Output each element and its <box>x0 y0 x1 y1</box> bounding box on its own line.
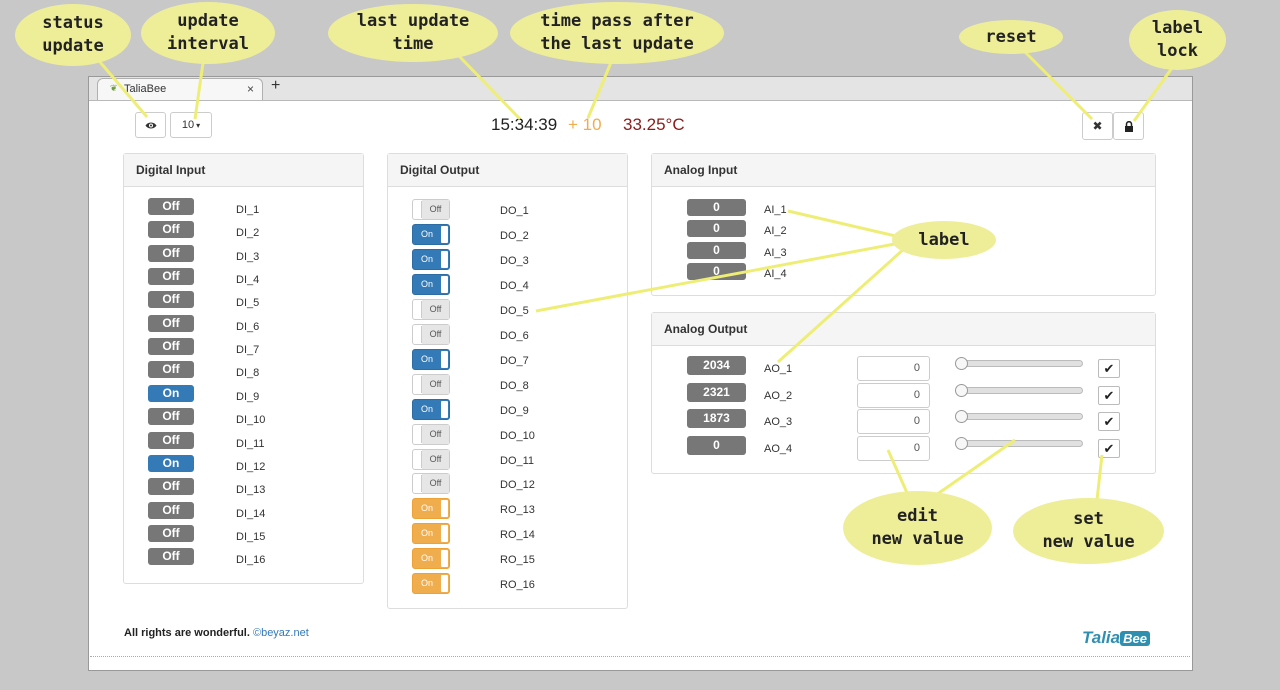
callout-text: label <box>918 229 970 250</box>
callout-text: label lock <box>1151 18 1204 61</box>
callout-label: label <box>892 221 996 259</box>
callout-label-lock: label lock <box>1129 10 1226 70</box>
callout-text: last update time <box>356 11 470 54</box>
callout-update-interval: update interval <box>141 2 275 64</box>
callout-text: reset <box>985 26 1037 47</box>
callout-set-new-value: set new value <box>1013 498 1164 564</box>
callout-text: edit new value <box>871 506 964 549</box>
callout-text: update interval <box>167 11 249 54</box>
callout-edit-new-value: edit new value <box>843 491 992 565</box>
callout-reset: reset <box>959 20 1063 54</box>
callout-last-update-time: last update time <box>328 4 498 62</box>
callout-status-update: status update <box>15 4 131 66</box>
callout-leaders <box>98 50 1174 501</box>
callout-text: time pass after the last update <box>540 11 694 54</box>
callout-text: status update <box>42 13 104 56</box>
callout-time-pass: time pass after the last update <box>510 2 724 64</box>
callout-text: set new value <box>1042 509 1135 552</box>
